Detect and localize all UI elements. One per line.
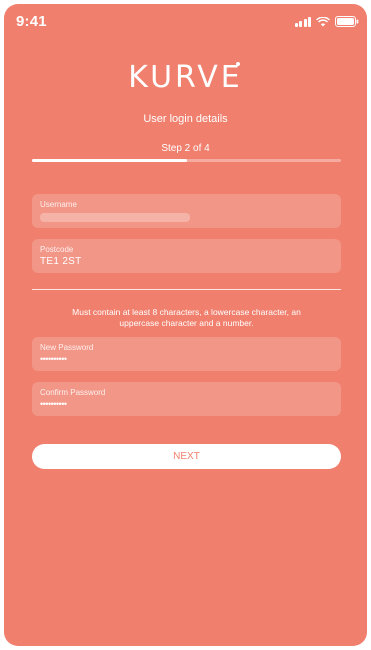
next-button[interactable]: NEXT bbox=[32, 444, 341, 469]
username-field[interactable]: Username bbox=[32, 194, 341, 228]
status-bar: 9:41 bbox=[4, 4, 367, 38]
username-value-redacted bbox=[40, 213, 190, 222]
postcode-label: Postcode bbox=[40, 245, 74, 254]
new-password-value: •••••••••• bbox=[40, 354, 67, 364]
username-label: Username bbox=[40, 200, 77, 209]
signal-icon bbox=[294, 17, 311, 27]
page-subtitle: User login details bbox=[143, 113, 228, 125]
divider bbox=[32, 289, 341, 290]
password-hint: Must contain at least 8 characters, a lo… bbox=[72, 307, 301, 328]
status-time: 9:41 bbox=[16, 13, 47, 30]
wifi-icon bbox=[316, 17, 330, 27]
step-indicator: Step 2 of 4 bbox=[161, 143, 210, 154]
status-icons bbox=[294, 16, 360, 27]
battery-icon bbox=[335, 16, 359, 27]
postcode-value: TE1 2ST bbox=[40, 256, 82, 267]
new-password-label: New Password bbox=[40, 343, 94, 352]
new-password-field[interactable]: New Password •••••••••• bbox=[32, 337, 341, 371]
confirm-password-value: •••••••••• bbox=[40, 399, 67, 409]
app-screen: 9:41 KURVE User login details Step 2 of … bbox=[4, 4, 367, 646]
confirm-password-label: Confirm Password bbox=[40, 388, 106, 397]
confirm-password-field[interactable]: Confirm Password •••••••••• bbox=[32, 382, 341, 416]
kurve-logo: KURVE bbox=[128, 60, 243, 95]
progress-bar bbox=[32, 159, 341, 162]
progress-fill bbox=[32, 159, 187, 162]
postcode-field[interactable]: Postcode TE1 2ST bbox=[32, 239, 341, 273]
logo-dot bbox=[236, 62, 240, 66]
